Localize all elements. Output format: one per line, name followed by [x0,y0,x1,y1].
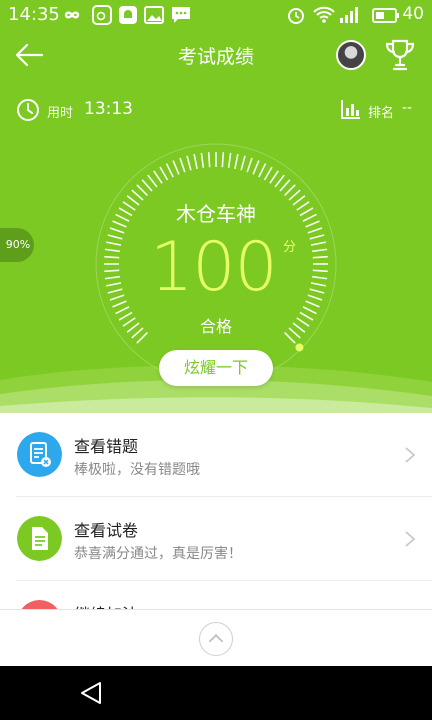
gauge-tick [310,241,327,246]
list-item-subtitle: 恭喜满分通过，真是厉害！ [74,546,242,562]
gauge-tick [105,282,122,287]
percent-badge[interactable]: 90% [0,228,34,262]
rank-value: -- [402,100,413,116]
infinity-icon [64,11,80,19]
list-item-title: 查看试卷 [74,521,139,540]
gauge-tick [305,300,320,308]
gauge-tick [312,275,328,280]
gauge-tick [309,234,325,240]
gauge-tick [252,160,260,175]
app-icon [119,6,137,24]
gauge-tick [274,174,285,188]
wifi-icon [313,6,335,23]
time-used-value: 13:13 [84,99,133,119]
gauge-tick [104,255,120,259]
gauge-tick [147,174,158,188]
nav-back-icon[interactable] [78,680,104,706]
weibo-icon [92,5,112,25]
chevron-right-icon [405,447,416,463]
status-bar: 14:35 40 [0,0,432,30]
gauge-tick [263,166,273,181]
gauge-tick [193,153,198,170]
gauge-tick [179,157,186,173]
gauge-tick [153,170,163,184]
list-item-view-paper[interactable]: 查看试卷 恭喜满分通过，真是厉害！ [0,497,432,581]
rank-label: 排名 [368,106,395,121]
gauge-tick [207,152,211,168]
system-nav-bar [0,666,432,720]
title-bar: 考试成绩 [0,30,432,80]
gauge-tick [109,227,125,234]
chevron-right-icon [405,531,416,547]
gauge-tick [234,153,239,170]
gauge-tick [310,282,327,287]
trophy-icon[interactable] [384,38,416,72]
gauge-tick [172,160,180,175]
message-icon [172,7,190,23]
score-unit: 分 [283,240,297,255]
user-name: 木仓车神 [176,202,256,226]
gauge-tick [107,288,123,294]
battery-icon [372,8,399,23]
gauge-tick [107,234,123,240]
gauge-tick [112,300,127,308]
gauge-tick [104,248,120,253]
gauge-tick [136,184,148,196]
gauge-tick [104,275,120,280]
gauge-tick [200,152,205,168]
gauge-tick [269,170,279,184]
gauge-pointer [295,343,304,352]
gauge-tick [312,255,328,259]
gauge-tick [258,163,267,178]
clock-icon [17,99,39,121]
avatar[interactable] [336,40,366,70]
info-bar: 用时 13:13 排名 -- [0,90,432,130]
gauge-tick [159,166,169,181]
time-used-label: 用时 [47,106,74,121]
gauge-tick [307,227,323,234]
rank-chart-icon [341,100,360,119]
share-button[interactable]: 炫耀一下 [159,350,273,386]
gauge-tick [105,241,122,246]
action-list: 查看错题 棒极啦，没有错题哦 查看试卷 恭喜满分通过，真是厉害！ 继续加油 [0,413,432,613]
list-item-wrong-questions[interactable]: 查看错题 棒极啦，没有错题哦 [0,413,432,497]
signal-icon [340,7,358,23]
gauge-tick [227,152,232,168]
scroll-up-button[interactable] [199,622,233,656]
list-item-title: 查看错题 [74,437,139,456]
gauge-tick [307,294,323,301]
result-hero: 14:35 40 考试成绩 用时 13:13 排名 -- 90% 木仓车神 10… [0,0,432,415]
gauge-tick [309,288,325,294]
battery-level: 40 [402,4,424,24]
gauge-tick [104,269,120,273]
list-item-subtitle: 棒极啦，没有错题哦 [74,462,200,478]
gauge-tick [109,294,125,301]
gauge-tick [165,163,174,178]
gauge-tick [246,157,253,173]
result-label: 合格 [199,317,232,336]
image-icon [144,6,164,24]
gauge-tick [221,152,225,168]
gauge-tick [312,269,328,273]
document-icon [17,516,62,561]
gauge-tick [284,184,296,196]
bottom-panel [0,609,432,666]
wrong-questions-icon [17,432,62,477]
score-value: 100 [150,228,278,307]
gauge-tick [240,155,246,171]
alarm-icon [288,8,304,24]
gauge-tick [279,179,291,192]
page-title: 考试成绩 [177,46,254,68]
status-time: 14:35 [8,4,60,25]
gauge-tick [312,248,328,253]
gauge-tick [141,179,153,192]
gauge-tick [186,155,192,171]
